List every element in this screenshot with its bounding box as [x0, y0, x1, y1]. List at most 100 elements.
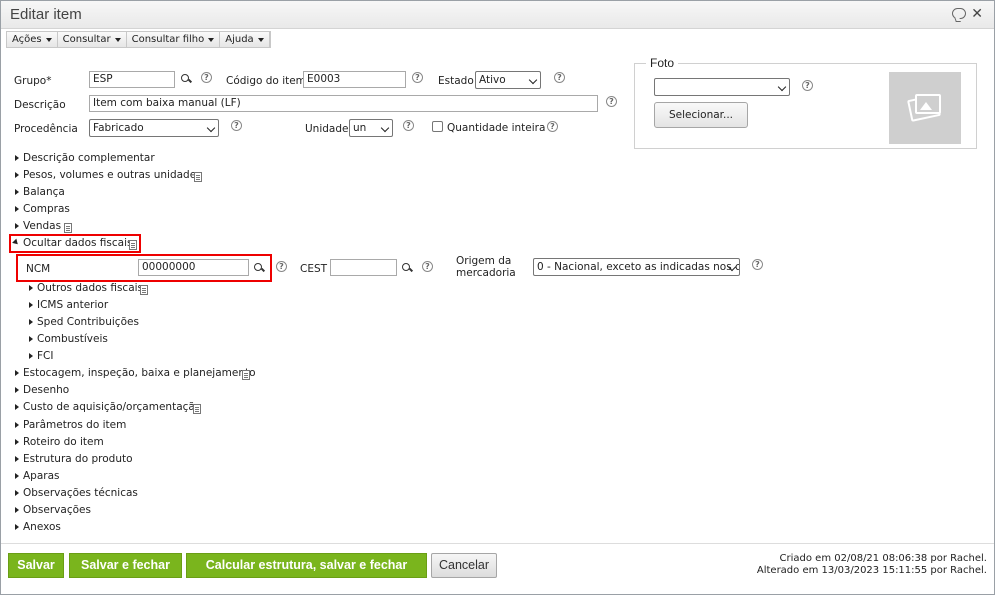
chat-icon[interactable] — [952, 8, 966, 19]
help-icon[interactable]: ? — [201, 72, 212, 83]
menu-ajuda[interactable]: Ajuda — [220, 32, 270, 47]
search-icon[interactable] — [402, 263, 413, 274]
section-vendas[interactable]: Vendas — [23, 220, 61, 232]
caret-down-icon — [114, 37, 121, 42]
codigo-input[interactable]: E0003 — [303, 71, 406, 88]
search-icon[interactable] — [254, 263, 265, 274]
quantidade-inteira-label: Quantidade inteira — [447, 122, 546, 134]
section-parametros[interactable]: Parâmetros do item — [23, 419, 126, 431]
menu-consultar-label: Consultar — [62, 34, 111, 45]
section-compras[interactable]: Compras — [23, 203, 70, 215]
chevron-down-icon — [528, 75, 538, 85]
dialog-title: Editar item — [10, 6, 82, 23]
help-icon[interactable]: ? — [554, 72, 565, 83]
section-observacoes[interactable]: Observações — [23, 504, 91, 516]
expand-arrow-icon[interactable] — [15, 473, 19, 479]
search-icon[interactable] — [181, 74, 192, 85]
salvar-button[interactable]: Salvar — [8, 553, 64, 578]
expand-arrow-icon[interactable] — [29, 319, 33, 325]
help-icon[interactable]: ? — [752, 259, 763, 270]
unidade-select[interactable]: un — [349, 119, 393, 137]
image-placeholder — [889, 72, 961, 144]
chevron-down-icon — [206, 123, 216, 133]
procedencia-select[interactable]: Fabricado — [89, 119, 219, 137]
document-icon — [194, 172, 202, 182]
expand-arrow-icon[interactable] — [29, 285, 33, 291]
expand-arrow-icon[interactable] — [15, 490, 19, 496]
help-icon[interactable]: ? — [412, 72, 423, 83]
section-outros-fiscais[interactable]: Outros dados fiscais — [37, 282, 143, 294]
expand-arrow-icon[interactable] — [15, 223, 19, 229]
salvar-fechar-button[interactable]: Salvar e fechar — [69, 553, 182, 578]
help-icon[interactable]: ? — [276, 261, 287, 272]
grupo-input[interactable]: ESP — [89, 71, 175, 88]
selecionar-button[interactable]: Selecionar... — [654, 102, 748, 128]
origem-label-line2: mercadoria — [456, 267, 516, 279]
ncm-input[interactable]: 00000000 — [138, 259, 249, 276]
expand-arrow-icon[interactable] — [29, 353, 33, 359]
estado-select[interactable]: Ativo — [475, 71, 541, 89]
help-icon[interactable]: ? — [606, 96, 617, 107]
cest-input[interactable] — [330, 259, 397, 276]
menu-consultar-filho[interactable]: Consultar filho — [127, 32, 221, 47]
expand-arrow-icon[interactable] — [15, 456, 19, 462]
section-anexos[interactable]: Anexos — [23, 521, 61, 533]
menu-consultar[interactable]: Consultar — [58, 32, 127, 47]
help-icon[interactable]: ? — [422, 261, 433, 272]
section-combustiveis[interactable]: Combustíveis — [37, 333, 108, 345]
procedencia-label: Procedência — [14, 123, 78, 135]
ncm-label: NCM — [26, 263, 51, 275]
menu-acoes[interactable]: Ações — [7, 32, 58, 47]
expand-arrow-icon[interactable] — [15, 155, 19, 161]
section-aparas[interactable]: Aparas — [23, 470, 60, 482]
section-sped[interactable]: Sped Contribuições — [37, 316, 139, 328]
section-icms-anterior[interactable]: ICMS anterior — [37, 299, 108, 311]
document-icon — [193, 404, 201, 414]
section-roteiro[interactable]: Roteiro do item — [23, 436, 104, 448]
expand-arrow-icon[interactable] — [15, 370, 19, 376]
chevron-down-icon — [777, 82, 787, 92]
section-estocagem[interactable]: Estocagem, inspeção, baixa e planejament… — [23, 367, 256, 379]
expand-arrow-icon[interactable] — [15, 404, 19, 410]
expand-arrow-icon[interactable] — [15, 507, 19, 513]
document-icon — [64, 223, 72, 233]
cancelar-button[interactable]: Cancelar — [431, 553, 497, 578]
calcular-estrutura-button[interactable]: Calcular estrutura, salvar e fechar — [186, 553, 427, 578]
expand-arrow-icon[interactable] — [15, 172, 19, 178]
created-info: Criado em 02/08/21 08:06:38 por Rachel. — [779, 553, 987, 564]
help-icon[interactable]: ? — [802, 80, 813, 91]
expand-arrow-icon[interactable] — [15, 439, 19, 445]
quantidade-inteira-checkbox[interactable] — [432, 121, 443, 132]
section-balanca[interactable]: Balança — [23, 186, 65, 198]
close-icon[interactable]: ✕ — [971, 6, 983, 22]
section-estrutura[interactable]: Estrutura do produto — [23, 453, 133, 465]
expand-arrow-icon[interactable] — [29, 302, 33, 308]
section-fci[interactable]: FCI — [37, 350, 53, 362]
section-pesos[interactable]: Pesos, volumes e outras unidades — [23, 169, 202, 181]
section-desenho[interactable]: Desenho — [23, 384, 69, 396]
edit-item-dialog: Editar item ✕ Ações Consultar Consultar … — [0, 0, 995, 595]
expand-arrow-icon[interactable] — [15, 387, 19, 393]
expand-arrow-icon[interactable] — [29, 336, 33, 342]
footer-separator — [1, 543, 994, 544]
expand-arrow-icon[interactable] — [15, 524, 19, 530]
estado-value: Ativo — [479, 74, 506, 86]
section-ocultar-fiscais[interactable]: Ocultar dados fiscais — [23, 237, 133, 249]
help-icon[interactable]: ? — [547, 121, 558, 132]
expand-arrow-icon[interactable] — [15, 189, 19, 195]
foto-select[interactable] — [654, 78, 790, 96]
origem-select[interactable]: 0 - Nacional, exceto as indicadas nos c — [533, 258, 740, 276]
descricao-input[interactable]: Item com baixa manual (LF) — [89, 95, 598, 112]
foto-legend: Foto — [646, 56, 679, 70]
section-descricao-complementar[interactable]: Descrição complementar — [23, 152, 155, 164]
help-icon[interactable]: ? — [231, 120, 242, 131]
menu-bar: Ações Consultar Consultar filho Ajuda — [6, 31, 271, 48]
help-icon[interactable]: ? — [403, 120, 414, 131]
expand-arrow-icon[interactable] — [15, 206, 19, 212]
photo-icon-front — [915, 94, 941, 114]
origem-label-line1: Origem da — [456, 255, 512, 267]
section-obs-tecnicas[interactable]: Observações técnicas — [23, 487, 138, 499]
expand-arrow-icon[interactable] — [15, 422, 19, 428]
caret-down-icon — [208, 37, 215, 42]
section-custo[interactable]: Custo de aquisição/orçamentação — [23, 401, 201, 413]
